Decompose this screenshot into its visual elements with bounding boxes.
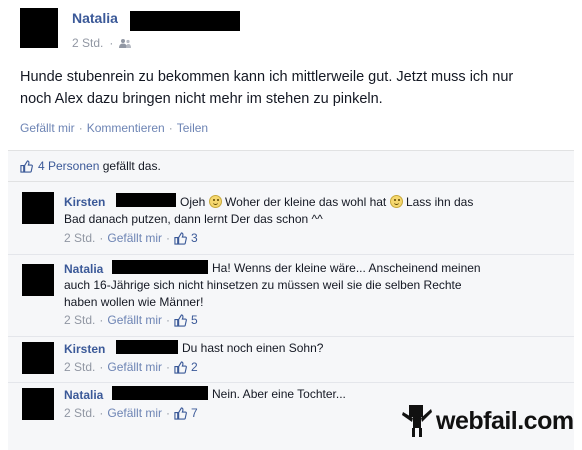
- comment-author[interactable]: Kirsten: [64, 342, 105, 356]
- comment-text-part: Lass ihn das: [405, 195, 474, 209]
- separator-dot: ·: [109, 36, 114, 50]
- comment-text-line: Du hast noch einen Sohn?: [182, 341, 324, 355]
- comment-time[interactable]: 2 Std.: [64, 231, 95, 245]
- comment-text-line: Bad danach putzen, dann lernt Der das sc…: [64, 212, 323, 226]
- post: Natalia 2 Std. · Hunde stubenrein zu bek…: [0, 0, 582, 170]
- logo-text: webfail.com: [436, 406, 574, 435]
- comment-like-link[interactable]: Gefällt mir: [107, 231, 162, 245]
- comment-link[interactable]: Kommentieren: [87, 121, 165, 135]
- separator-dot: ·: [99, 313, 104, 327]
- comment-text-part: Woher der kleine das wohl hat: [225, 195, 387, 209]
- smile-emoji-icon: [208, 195, 222, 208]
- post-time[interactable]: 2 Std.: [72, 36, 103, 50]
- comment-text-line: haben wollen wie Männer!: [64, 295, 204, 309]
- redaction-bar: [112, 260, 208, 274]
- separator-dot: ·: [166, 360, 171, 374]
- comment-time[interactable]: 2 Std.: [64, 406, 95, 420]
- thumbs-up-icon: [174, 231, 187, 245]
- separator-dot: ·: [99, 231, 104, 245]
- comment-like-count[interactable]: 5: [191, 313, 198, 327]
- post-author[interactable]: Natalia: [72, 10, 118, 26]
- likes-text: 4 Personen gefällt das.: [38, 159, 161, 173]
- thumbs-up-icon: [174, 313, 187, 327]
- post-text: Hunde stubenrein zu bekommen kann ich mi…: [20, 69, 514, 107]
- comment-like-count[interactable]: 2: [191, 360, 198, 374]
- redaction-bar: [130, 11, 240, 31]
- comment-meta: 2 Std. · Gefällt mir · 3: [64, 231, 198, 245]
- comment-like-count[interactable]: 3: [191, 231, 198, 245]
- separator-dot: ·: [166, 406, 171, 420]
- redaction-bar: [116, 340, 178, 354]
- comment-like-link[interactable]: Gefällt mir: [107, 360, 162, 374]
- thumbs-up-icon: [174, 360, 187, 374]
- separator-dot: ·: [99, 406, 104, 420]
- avatar[interactable]: [22, 388, 54, 420]
- comment-time[interactable]: 2 Std.: [64, 313, 95, 327]
- comment-like-link[interactable]: Gefällt mir: [107, 313, 162, 327]
- comment: Kirsten Du hast noch einen Sohn? 2 Std. …: [8, 336, 574, 383]
- redaction-bar: [112, 386, 208, 400]
- separator-dot: ·: [99, 360, 104, 374]
- comment-text-line: auch 16-Jährige sich nicht hinsetzen zu …: [64, 278, 462, 292]
- comment-text-part: Ojeh: [180, 195, 206, 209]
- like-link[interactable]: Gefällt mir: [20, 121, 75, 135]
- mascot-logo-icon: [402, 405, 432, 437]
- avatar[interactable]: [22, 264, 54, 296]
- comment-like-count[interactable]: 7: [191, 406, 198, 420]
- comment-text-line: Ha! Wenns der kleine wäre... Anscheinend…: [212, 261, 481, 275]
- separator-dot: ·: [78, 121, 83, 135]
- likes-summary: 4 Personen gefällt das.: [8, 150, 574, 182]
- comment-time[interactable]: 2 Std.: [64, 360, 95, 374]
- comment-like-link[interactable]: Gefällt mir: [107, 406, 162, 420]
- avatar[interactable]: [22, 192, 54, 224]
- comment-author[interactable]: Kirsten: [64, 195, 105, 209]
- post-actions: Gefällt mir · Kommentieren · Teilen: [20, 121, 208, 135]
- comment-author[interactable]: Natalia: [64, 262, 103, 276]
- separator-dot: ·: [168, 121, 173, 135]
- comment: Natalia Ha! Wenns der kleine wäre... Ans…: [8, 254, 574, 337]
- friends-icon[interactable]: [119, 38, 132, 48]
- share-link[interactable]: Teilen: [177, 121, 208, 135]
- smile-emoji-icon: [389, 195, 403, 208]
- comment-meta: 2 Std. · Gefällt mir · 7: [64, 406, 198, 420]
- comment-meta: 2 Std. · Gefällt mir · 5: [64, 313, 198, 327]
- comment-text: Ojeh Woher der kleine das wohl hat Lass …: [180, 194, 473, 211]
- separator-dot: ·: [166, 231, 171, 245]
- comment-meta: 2 Std. · Gefällt mir · 2: [64, 360, 198, 374]
- webfail-logo: webfail.com: [402, 404, 574, 438]
- avatar[interactable]: [22, 342, 54, 374]
- post-meta: 2 Std. ·: [72, 36, 132, 50]
- comment-text-line: Nein. Aber eine Tochter...: [212, 387, 346, 401]
- comment-author[interactable]: Natalia: [64, 388, 103, 402]
- likes-suffix: gefällt das.: [102, 159, 161, 173]
- thumbs-up-icon: [20, 160, 33, 173]
- avatar[interactable]: [20, 8, 58, 48]
- likes-count-link[interactable]: 4 Personen: [38, 159, 99, 173]
- redaction-bar: [116, 193, 176, 207]
- comment: Kirsten Ojeh Woher der kleine das wohl h…: [8, 182, 574, 255]
- thumbs-up-icon: [174, 406, 187, 420]
- separator-dot: ·: [166, 313, 171, 327]
